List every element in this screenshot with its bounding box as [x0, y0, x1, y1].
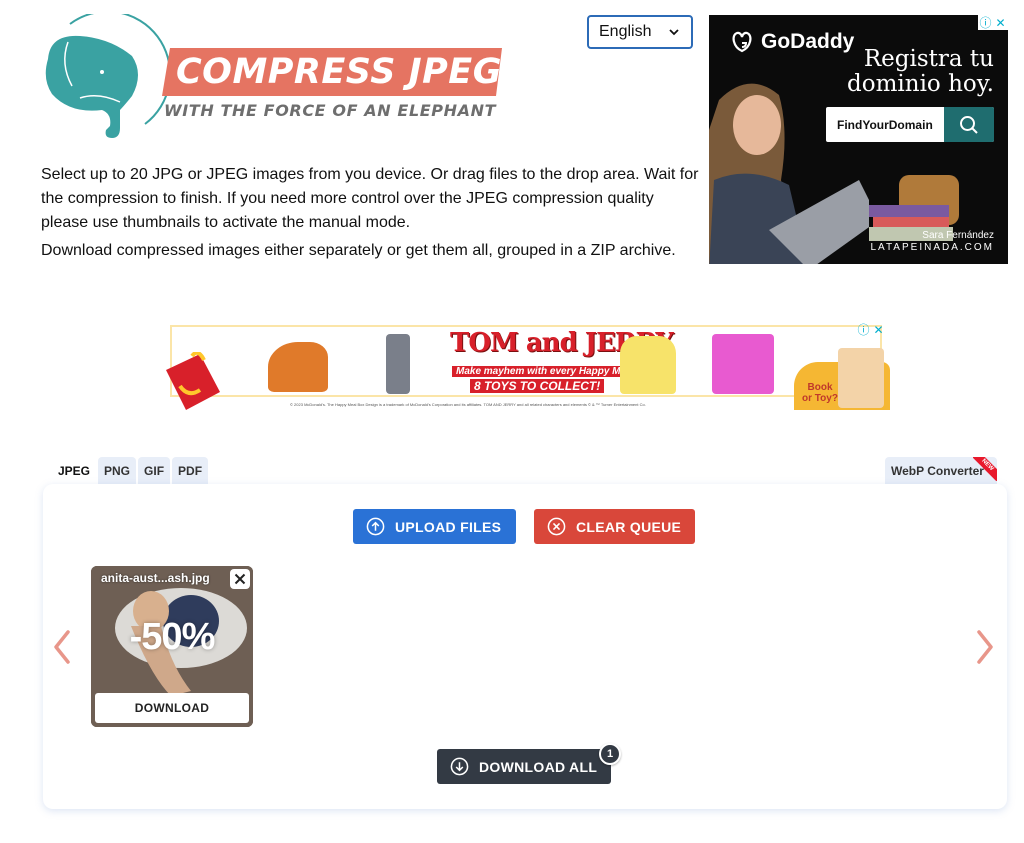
chevron-down-icon — [669, 29, 679, 36]
new-ribbon: NEW — [973, 457, 997, 481]
ad-credit-name: Sara Fernández — [922, 230, 994, 241]
ad-info-icon[interactable]: ⓘ — [978, 15, 993, 30]
mcdonalds-banner-ad[interactable]: TOM and JERRY Make mayhem with every Hap… — [162, 322, 890, 412]
clear-queue-button[interactable]: CLEAR QUEUE — [534, 509, 695, 544]
format-tabs: JPEG PNG GIF PDF — [52, 457, 209, 484]
ad-subtitle: Make mayhem with every Happy Meal! — [452, 366, 642, 377]
language-selected-value: English — [599, 23, 652, 40]
toy-tom-jerry-yellow — [620, 336, 676, 394]
chevron-right-icon[interactable] — [975, 629, 995, 665]
ad-legal-text: © 2023 McDonald's. The Happy Meal Box De… — [290, 402, 646, 407]
ad-credit: Sara Fernández LATAPEINADA.COM — [870, 230, 994, 254]
intro-text: Select up to 20 JPG or JPEG images from … — [41, 163, 701, 267]
tab-png[interactable]: PNG — [98, 457, 137, 484]
godaddy-logo: GoDaddy — [729, 29, 854, 55]
chevron-left-icon[interactable] — [52, 629, 72, 665]
language-select[interactable]: English — [587, 15, 693, 49]
ad-info-icon[interactable]: ⓘ — [856, 322, 871, 337]
compression-percentage: -50% — [129, 616, 216, 658]
compression-panel[interactable]: UPLOAD FILES CLEAR QUEUE anita-aust...as… — [43, 484, 1007, 809]
upload-files-button[interactable]: UPLOAD FILES — [353, 509, 516, 544]
toy-tom-stand — [386, 334, 410, 394]
ad-close-icon[interactable]: ✕ — [871, 322, 886, 337]
search-icon — [960, 115, 978, 134]
close-icon — [234, 573, 246, 585]
clear-queue-label: CLEAR QUEUE — [576, 518, 682, 535]
godaddy-logo-icon — [732, 31, 752, 53]
ad-search-text[interactable]: FindYourDomain — [826, 107, 944, 142]
godaddy-ad[interactable]: GoDaddy Registra tu dominio hoy. FindYou… — [709, 15, 1008, 264]
ad-domain-search[interactable]: FindYourDomain — [826, 107, 994, 142]
ad-headline-line1: Registra tu — [863, 46, 994, 72]
intro-paragraph-2: Download compressed images either separa… — [41, 242, 676, 259]
upload-icon — [366, 517, 385, 536]
logo-title: COMPRESS JPEG — [176, 52, 502, 92]
remove-file-button[interactable] — [230, 569, 250, 589]
tab-gif[interactable]: GIF — [138, 457, 171, 484]
thumbnail-filename: anita-aust...ash.jpg — [101, 571, 210, 585]
site-logo[interactable]: COMPRESS JPEG WITH THE FORCE OF AN ELEPH… — [40, 14, 510, 142]
ad-credit-site: LATAPEINADA.COM — [870, 242, 994, 253]
download-all-label: DOWNLOAD ALL — [479, 758, 598, 775]
download-all-button[interactable]: DOWNLOAD ALL — [437, 749, 611, 784]
ad-headline-line2: dominio hoy. — [847, 71, 994, 97]
toy-pink-stairs — [712, 334, 774, 394]
new-ribbon-label: NEW — [973, 457, 997, 481]
ad-photo-person-laptop — [709, 83, 869, 264]
logo-tagline: WITH THE FORCE OF AN ELEPHANT — [164, 101, 497, 120]
tab-webp-converter[interactable]: WebP Converter NEW — [885, 457, 997, 484]
tab-jpeg[interactable]: JPEG — [52, 457, 97, 484]
ad-book-or-toy: Book or Toy? — [802, 382, 838, 404]
happy-meal-box-icon — [166, 352, 220, 410]
ad-search-button[interactable] — [944, 107, 994, 142]
file-thumbnail[interactable]: anita-aust...ash.jpg -50% DOWNLOAD — [91, 566, 253, 727]
ad-choices[interactable]: ⓘ ✕ — [856, 322, 886, 338]
godaddy-brand: GoDaddy — [761, 30, 855, 53]
download-icon — [450, 757, 469, 776]
upload-files-label: UPLOAD FILES — [395, 518, 502, 535]
intro-paragraph-1: Select up to 20 JPG or JPEG images from … — [41, 166, 699, 231]
ad-cta: 8 TOYS TO COLLECT! — [470, 379, 605, 393]
toy-bowling — [268, 342, 328, 392]
ad-headline: Registra tu dominio hoy. — [847, 47, 994, 97]
tab-pdf[interactable]: PDF — [172, 457, 209, 484]
ad-book-cover — [838, 348, 884, 408]
clear-icon — [547, 517, 566, 536]
tab-webp-label: WebP Converter — [891, 463, 984, 478]
ad-choices[interactable]: ⓘ ✕ — [978, 15, 1008, 30]
ad-close-icon[interactable]: ✕ — [993, 15, 1008, 30]
elephant-logo-icon — [45, 14, 170, 138]
download-count-badge: 1 — [599, 743, 621, 765]
download-file-button[interactable]: DOWNLOAD — [95, 693, 249, 723]
